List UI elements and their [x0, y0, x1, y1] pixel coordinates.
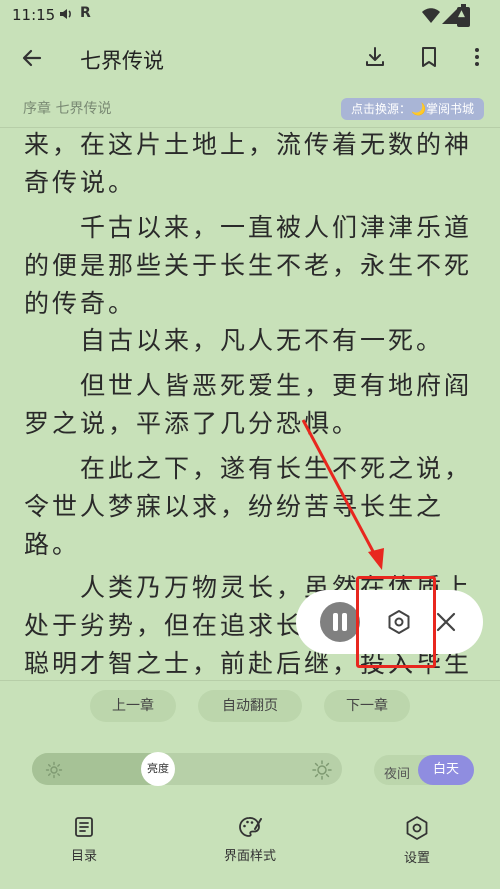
nav-label: 目录: [70, 849, 97, 864]
nav-catalog[interactable]: 目录: [39, 815, 129, 864]
night-mode-option[interactable]: 夜间: [384, 763, 410, 782]
catalog-icon: [39, 815, 129, 839]
divider: [0, 680, 500, 681]
auto-page-button[interactable]: 自动翻页: [198, 690, 302, 722]
volume-icon: [58, 6, 74, 26]
book-title: 七界传说: [80, 49, 164, 73]
wifi-icon: [422, 8, 440, 28]
prev-chapter-button[interactable]: 上一章: [90, 690, 176, 722]
brightness-high-icon: [312, 760, 332, 780]
nav-settings[interactable]: 设置: [372, 815, 462, 866]
status-bar: 11:15 R: [0, 0, 500, 32]
palette-icon: [205, 815, 295, 839]
top-app-bar: 七界传说: [0, 32, 500, 88]
chapter-title: 序章 七界传说: [23, 101, 112, 117]
signal-icon: [442, 8, 458, 28]
bookmark-icon[interactable]: [416, 44, 442, 70]
brightness-slider[interactable]: [32, 753, 342, 785]
settings-icon: [372, 815, 462, 841]
more-icon[interactable]: [464, 44, 490, 70]
brightness-low-icon: [45, 761, 63, 779]
change-source-button[interactable]: 点击换源：🌙掌阅书城: [341, 98, 484, 120]
back-arrow-icon[interactable]: [18, 44, 46, 72]
brightness-knob[interactable]: 亮度: [141, 752, 175, 786]
pause-button[interactable]: [320, 602, 360, 642]
annotation-highlight-box: [356, 576, 436, 668]
nav-style[interactable]: 界面样式: [205, 815, 295, 864]
nav-label: 设置: [403, 851, 430, 866]
paragraph: 来，在这片土地上，流传着无数的神奇传说。: [24, 130, 473, 197]
close-icon[interactable]: [433, 609, 459, 635]
day-mode-option[interactable]: 白天: [418, 755, 474, 785]
status-time: 11:15: [12, 6, 56, 24]
nav-label: 界面样式: [223, 849, 276, 864]
paragraph: 但世人皆恶死爱生，更有地府阎罗之说，平添了几分恐惧。: [24, 371, 473, 438]
next-chapter-button[interactable]: 下一章: [324, 690, 410, 722]
divider: [0, 127, 500, 128]
paragraph: 千古以来，一直被人们津津乐道的便是那些关于长生不老，永生不死的传奇。: [24, 213, 473, 318]
battery-icon: [457, 4, 470, 27]
paragraph: 在此之下，遂有长生不死之说，令世人梦寐以求，纷纷苦寻长生之路。: [24, 454, 473, 559]
paragraph: 自古以来，凡人无不有一死。: [24, 326, 445, 355]
r-indicator: R: [80, 5, 91, 21]
download-icon[interactable]: [362, 44, 388, 70]
